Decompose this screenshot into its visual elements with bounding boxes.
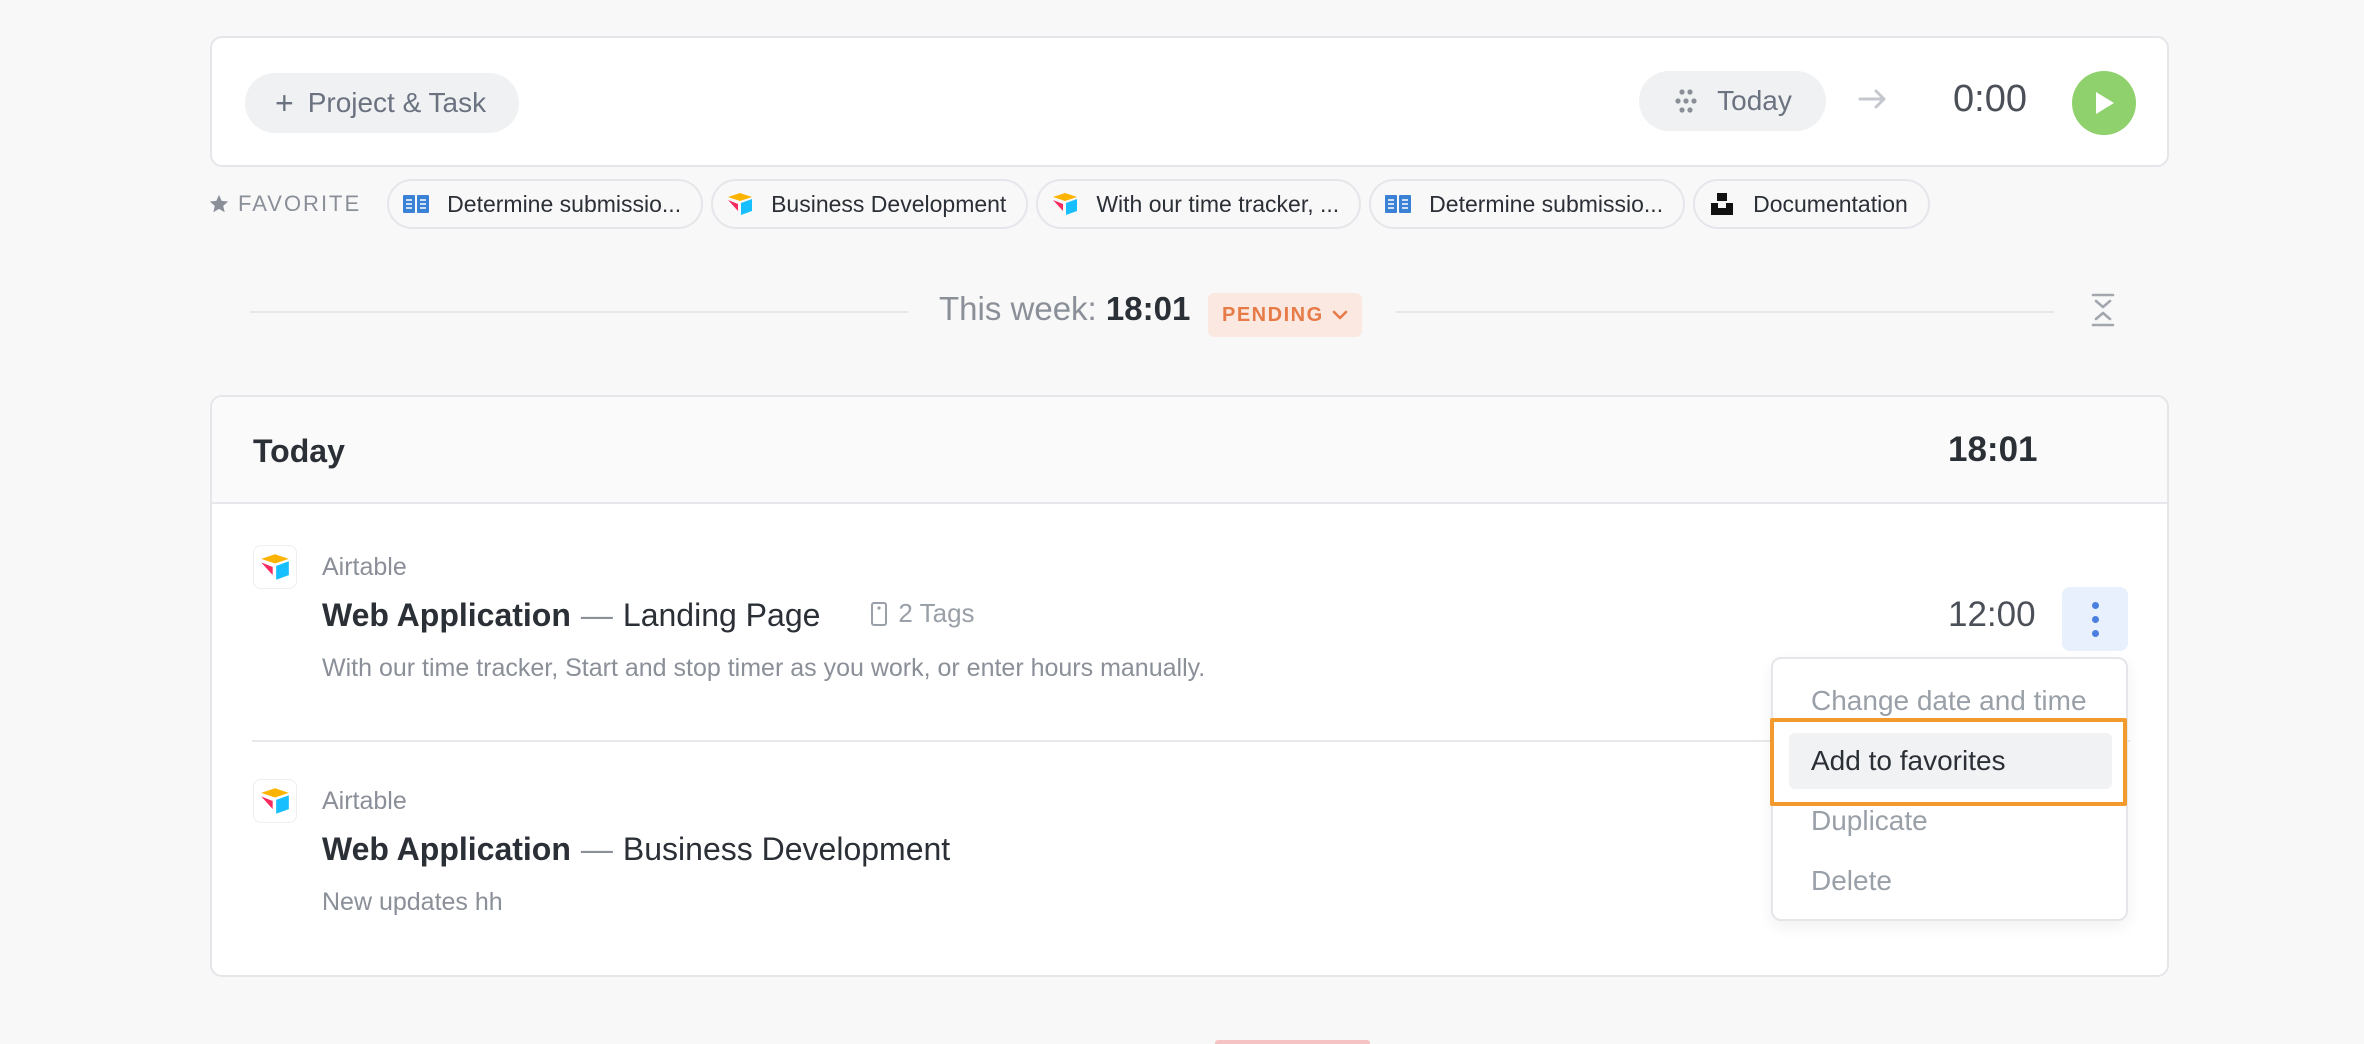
book-icon [401,189,431,219]
kebab-dot [2091,601,2099,609]
airtable-icon [725,189,755,219]
menu-item-change-date[interactable]: Change date and time [1789,673,2112,729]
favorites-bar: FAVORITE Determine submissio... Business… [208,178,1938,230]
kebab-dot [2091,615,2099,623]
unsplash-icon [1707,189,1737,219]
entry-project: Airtable [322,787,407,815]
divider [1396,311,2054,313]
menu-item-delete[interactable]: Delete [1789,853,2112,909]
start-timer-button[interactable] [2072,71,2136,135]
favorite-chip[interactable]: Business Development [711,179,1029,229]
entry-duration: 12:00 [1948,595,2036,634]
favorite-chip[interactable]: Determine submissio... [1369,179,1686,229]
favorite-chip[interactable]: With our time tracker, ... [1036,179,1362,229]
entry-title: Web Application — Landing Page 2 Tags [322,597,975,633]
airtable-icon [253,545,297,589]
airtable-icon [1050,189,1080,219]
tag-icon [871,602,888,626]
timer-bar: + Project & Task Today 0:00 [210,36,2169,167]
favorites-heading: FAVORITE [208,191,361,217]
entry-description: New updates hh [322,888,503,916]
date-picker-button[interactable]: Today [1639,71,1826,131]
project-task-button[interactable]: + Project & Task [245,73,520,133]
entry-description: With our time tracker, Start and stop ti… [322,654,1206,682]
date-label: Today [1717,85,1792,116]
menu-item-add-to-favorites[interactable]: Add to favorites [1789,733,2112,789]
tags-button[interactable]: 2 Tags [870,598,975,629]
divider [250,311,908,313]
kebab-dot [2091,629,2099,637]
timer-display: 0:00 [1953,78,2027,120]
project-task-label: Project & Task [307,87,487,118]
grid-dots-icon [1675,89,1697,113]
favorite-chip[interactable]: Determine submissio... [387,179,704,229]
play-icon [2096,92,2114,114]
entry-project: Airtable [322,553,407,581]
next-day-badge [1215,1040,1370,1044]
plus-icon: + [275,85,294,121]
more-options-button[interactable] [2062,587,2128,651]
menu-item-duplicate[interactable]: Duplicate [1789,793,2112,849]
week-total: 18:01 [1105,290,1191,327]
favorite-chip[interactable]: Documentation [1693,179,1930,229]
chevron-down-icon [1332,310,1347,320]
star-icon [209,194,229,213]
week-summary: This week: 18:01 [939,290,1191,327]
airtable-icon [253,779,297,823]
status-badge[interactable]: PENDING [1208,293,1362,337]
arrow-right-icon [1858,89,1886,109]
entry-context-menu: Change date and time Add to favorites Du… [1771,657,2128,921]
entry-title: Web Application — Business Development [322,831,951,867]
collapse-icon[interactable] [2088,292,2118,328]
book-icon [1383,189,1413,219]
